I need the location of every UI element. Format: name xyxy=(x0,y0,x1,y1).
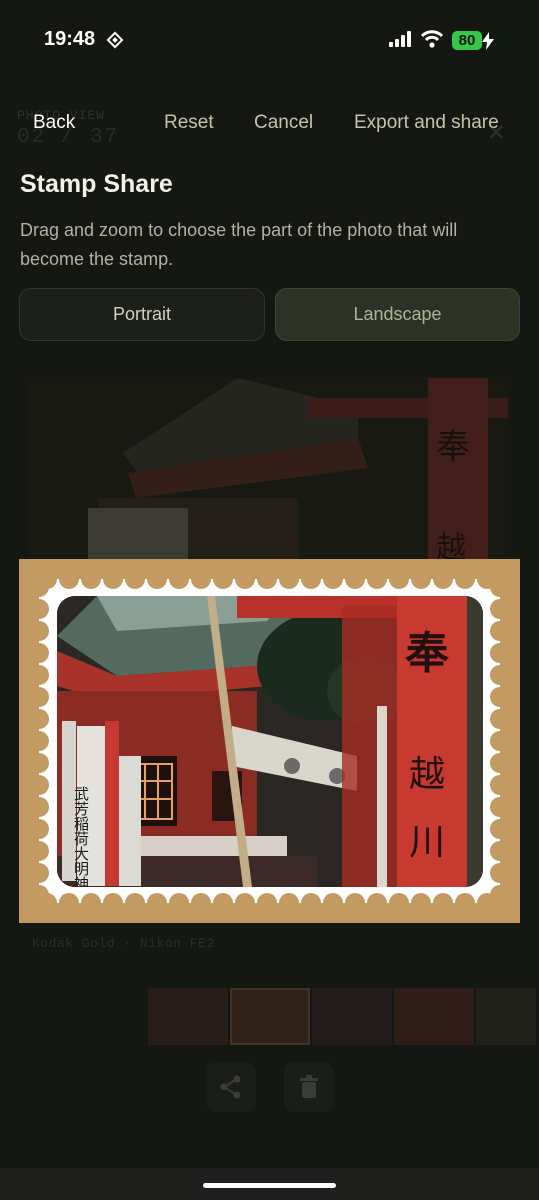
thumbnail xyxy=(476,988,536,1045)
home-indicator[interactable] xyxy=(203,1183,336,1188)
share-icon xyxy=(206,1062,256,1112)
pillar-sign-middle: 越 xyxy=(409,754,445,795)
status-bar: 19:48 80 xyxy=(0,0,539,80)
reset-button[interactable]: Reset xyxy=(164,112,214,134)
stamp-share-screen: 19:48 80 PHOTO VIEW 02 / 37 ✕ Kodak Gold… xyxy=(0,0,539,1200)
thumbnail xyxy=(312,988,392,1045)
pillar-sign-bottom: 川 xyxy=(409,822,445,863)
battery-level: 80 xyxy=(452,31,482,50)
cellular-signal-icon xyxy=(389,31,411,47)
landscape-option[interactable]: Landscape xyxy=(275,288,520,341)
sheet-description: Drag and zoom to choose the part of the … xyxy=(20,220,458,269)
status-time: 19:48 xyxy=(44,28,96,50)
charging-bolt-icon xyxy=(482,32,494,50)
thumbnail xyxy=(394,988,474,1045)
location-diamond-icon xyxy=(106,31,124,49)
thumbnail xyxy=(230,988,310,1045)
trash-icon xyxy=(284,1062,334,1112)
photo-outside-crop[interactable]: 奉 越 xyxy=(28,378,510,568)
banner-text: 武芳稲荷大明神 xyxy=(72,786,90,887)
bg-thumbnail-strip xyxy=(148,988,539,1045)
sheet-title: Stamp Share xyxy=(20,170,173,198)
cancel-button[interactable]: Cancel xyxy=(254,112,313,134)
export-and-share-button[interactable]: Export and share xyxy=(354,112,499,134)
stamp-photo[interactable]: 武芳稲荷大明神 奉 越 川 xyxy=(57,596,483,887)
wifi-icon xyxy=(420,30,444,48)
stamp-toolbar: Back Reset Cancel Export and share xyxy=(0,108,539,142)
thumbnail xyxy=(148,988,228,1045)
portrait-option[interactable]: Portrait xyxy=(19,288,265,341)
pillar-sign-top: 奉 xyxy=(405,628,449,679)
bg-photo-caption: Kodak Gold · Nikon FE2 xyxy=(32,936,215,951)
back-button[interactable]: Back xyxy=(33,112,75,134)
pillar-char-top: 奉 xyxy=(436,427,470,467)
